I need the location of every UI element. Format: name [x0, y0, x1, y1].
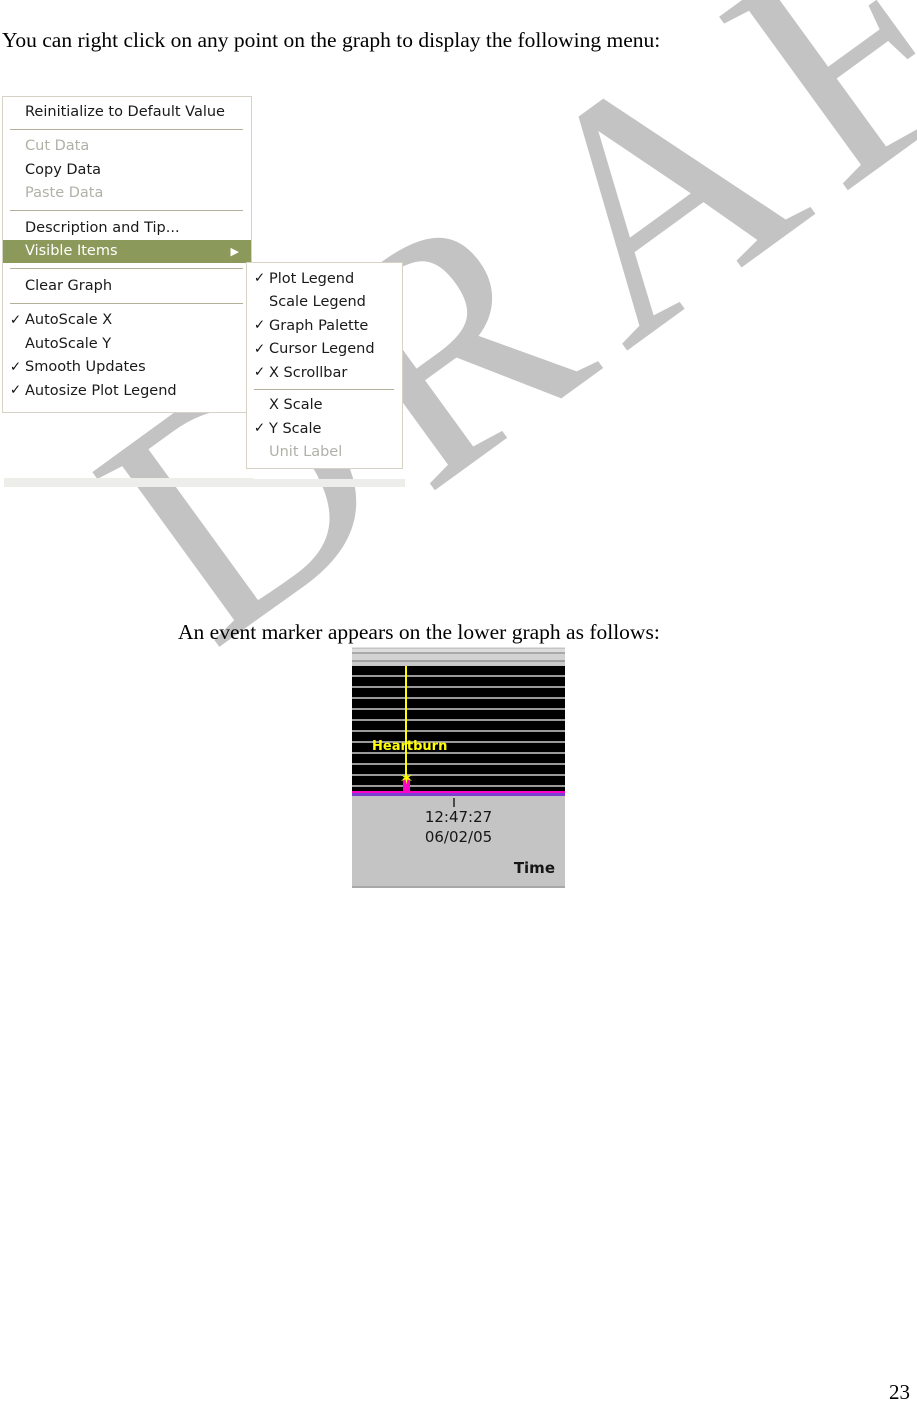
- menu-bottom-padding: [3, 403, 251, 408]
- menu-item-description-and-tip[interactable]: Description and Tip...: [3, 216, 251, 240]
- event-label: Heartburn: [372, 739, 448, 754]
- gridline: [352, 785, 565, 787]
- menu-item-label: Reinitialize to Default Value: [25, 103, 225, 120]
- gridline: [352, 697, 565, 699]
- checkmark-icon: ✓: [9, 382, 22, 398]
- submenu-item-label: X Scrollbar: [269, 364, 348, 381]
- menu-item-label: Cut Data: [25, 138, 90, 155]
- checkmark-icon: ✓: [253, 340, 266, 357]
- visible-items-submenu: ✓ Plot Legend Scale Legend ✓ Graph Palet…: [246, 262, 403, 469]
- baseline-purple-trace: [352, 793, 565, 796]
- submenu-item-plot-legend[interactable]: ✓ Plot Legend: [247, 267, 402, 291]
- submenu-arrow-icon: ▶: [230, 244, 239, 258]
- x-axis-title: Time: [513, 859, 555, 877]
- graph-bottom-edge: [352, 886, 565, 888]
- event-marker-icon: ✶: [399, 769, 414, 789]
- submenu-item-unit-label[interactable]: Unit Label: [247, 441, 402, 465]
- menu-item-autoscale-y[interactable]: AutoScale Y: [3, 332, 251, 356]
- checkmark-icon: ✓: [9, 358, 22, 375]
- intro-paragraph: You can right click on any point on the …: [2, 27, 661, 52]
- menu-separator: [10, 128, 243, 130]
- menu-item-autoscale-x[interactable]: ✓ AutoScale X: [3, 309, 251, 333]
- menu-separator: [10, 210, 243, 211]
- gridline: [352, 686, 565, 688]
- checkmark-icon: ✓: [253, 420, 266, 436]
- submenu-item-graph-palette[interactable]: ✓ Graph Palette: [247, 314, 402, 338]
- plot-area[interactable]: Heartburn ✶: [352, 666, 565, 791]
- gridline: [352, 763, 565, 765]
- submenu-item-label: Graph Palette: [269, 317, 369, 334]
- x-axis-time-label: 12:47:27: [424, 808, 493, 826]
- menu-item-autosize-plot-legend[interactable]: ✓ Autosize Plot Legend: [3, 379, 251, 403]
- submenu-item-label: Plot Legend: [269, 270, 355, 287]
- x-axis-area: 12:47:27 06/02/05 Time: [352, 796, 565, 888]
- submenu-item-y-scale[interactable]: ✓ Y Scale: [247, 417, 402, 441]
- x-axis-date-label: 06/02/05: [424, 828, 493, 846]
- submenu-item-label: Unit Label: [269, 444, 343, 461]
- menu-item-label: AutoScale Y: [25, 335, 112, 352]
- submenu-item-scale-legend[interactable]: Scale Legend: [247, 291, 402, 315]
- submenu-item-label: Y Scale: [269, 420, 322, 437]
- submenu-shadow: [248, 479, 405, 487]
- submenu-separator: [254, 388, 394, 390]
- checkmark-icon: ✓: [253, 317, 266, 333]
- gridline: [352, 675, 565, 677]
- gridline: [352, 730, 565, 732]
- primary-menu-shadow: [4, 478, 254, 487]
- menu-item-copy-data[interactable]: Copy Data: [3, 158, 251, 182]
- menu-item-label: Description and Tip...: [25, 219, 180, 236]
- event-marker-graph: Heartburn ✶ 12:47:27 06/02/05 Time: [352, 647, 565, 888]
- checkmark-icon: ✓: [9, 311, 22, 328]
- submenu-item-cursor-legend[interactable]: ✓ Cursor Legend: [247, 338, 402, 362]
- event-marker-paragraph: An event marker appears on the lower gra…: [178, 619, 660, 644]
- menu-item-visible-items[interactable]: Visible Items ▶: [3, 239, 251, 263]
- gridline: [352, 774, 565, 776]
- submenu-item-x-scale[interactable]: X Scale: [247, 394, 402, 418]
- gridline: [352, 708, 565, 710]
- graph-right-click-menu: Reinitialize to Default Value Cut Data C…: [2, 96, 252, 413]
- menu-item-label: Copy Data: [25, 161, 102, 178]
- checkmark-icon: ✓: [253, 270, 266, 286]
- menu-item-reinitialize-to-default-value[interactable]: Reinitialize to Default Value: [3, 100, 251, 124]
- menu-item-clear-graph[interactable]: Clear Graph: [3, 274, 251, 298]
- menu-item-smooth-updates[interactable]: ✓ Smooth Updates: [3, 356, 251, 380]
- submenu-item-label: Scale Legend: [269, 294, 366, 311]
- gridline: [352, 719, 565, 721]
- x-scrollbar[interactable]: [352, 649, 565, 665]
- submenu-item-label: X Scale: [269, 397, 323, 414]
- menu-item-label: AutoScale X: [25, 312, 113, 329]
- submenu-item-x-scrollbar[interactable]: ✓ X Scrollbar: [247, 361, 402, 385]
- x-axis-tick: [453, 798, 455, 807]
- menu-item-label: Paste Data: [25, 185, 104, 202]
- menu-separator: [10, 302, 243, 304]
- menu-item-label: Smooth Updates: [25, 359, 146, 376]
- menu-item-label: Visible Items: [25, 243, 118, 260]
- menu-item-cut-data[interactable]: Cut Data: [3, 135, 251, 159]
- menu-separator: [10, 268, 243, 269]
- submenu-item-label: Cursor Legend: [269, 341, 375, 358]
- menu-item-paste-data[interactable]: Paste Data: [3, 182, 251, 206]
- menu-item-label: Autosize Plot Legend: [25, 382, 177, 399]
- page-number: 23: [889, 1380, 910, 1404]
- checkmark-icon: ✓: [253, 364, 266, 380]
- menu-item-label: Clear Graph: [25, 277, 113, 294]
